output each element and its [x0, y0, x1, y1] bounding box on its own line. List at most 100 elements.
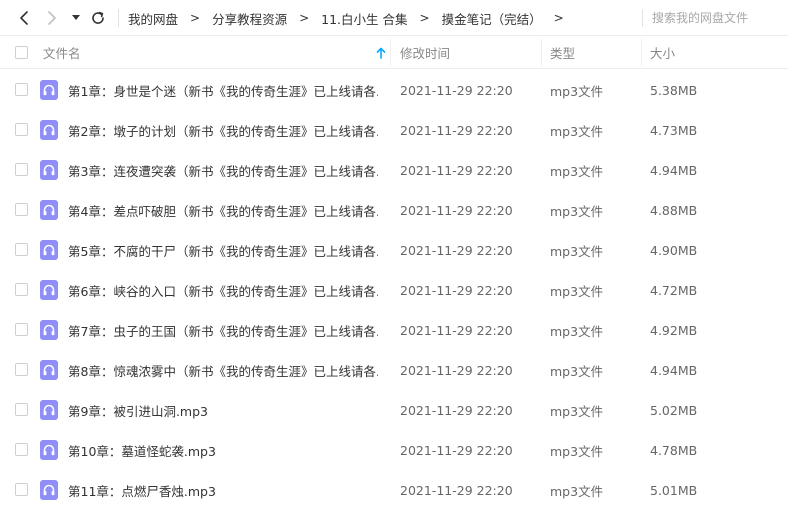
file-size: 5.01MB	[650, 482, 698, 498]
chevron-right-icon	[48, 11, 56, 25]
file-name[interactable]: 第9章：被引进山洞.mp3	[68, 390, 378, 430]
file-name[interactable]: 第11章：点燃尸香烛.mp3	[68, 470, 378, 510]
file-modified: 2021-11-29 22:20	[400, 482, 513, 498]
file-size: 5.02MB	[650, 402, 698, 418]
file-row[interactable]: 第3章：连夜遭突袭（新书《我的传奇生涯》已上线请各... 2021-11-29 …	[0, 150, 788, 190]
breadcrumb-separator: >	[299, 11, 310, 25]
file-row[interactable]: 第4章：差点吓破胆（新书《我的传奇生涯》已上线请各... 2021-11-29 …	[0, 190, 788, 230]
file-size: 4.72MB	[650, 282, 698, 298]
breadcrumb: 我的网盘 > 分享教程资源 > 11.白小生 合集 > 摸金笔记（完结） >	[128, 0, 576, 36]
audio-file-icon	[40, 200, 58, 220]
file-type: mp3文件	[550, 243, 604, 259]
column-separator[interactable]	[390, 39, 391, 66]
file-name[interactable]: 第4章：差点吓破胆（新书《我的传奇生涯》已上线请各...	[68, 190, 378, 230]
file-name[interactable]: 第6章：峡谷的入口（新书《我的传奇生涯》已上线请各...	[68, 270, 378, 310]
file-name[interactable]: 第8章：惊魂浓雾中（新书《我的传奇生涯》已上线请各...	[68, 350, 378, 390]
row-checkbox[interactable]	[15, 483, 28, 496]
audio-file-icon	[40, 280, 58, 300]
file-size: 4.78MB	[650, 442, 698, 458]
row-checkbox[interactable]	[15, 443, 28, 456]
file-modified: 2021-11-29 22:20	[400, 442, 513, 458]
forward-button[interactable]	[40, 6, 64, 30]
file-type: mp3文件	[550, 323, 604, 339]
file-name[interactable]: 第3章：连夜遭突袭（新书《我的传奇生涯》已上线请各...	[68, 150, 378, 190]
audio-file-icon	[40, 120, 58, 140]
column-header-size[interactable]: 大小	[650, 36, 780, 69]
file-row[interactable]: 第2章：墩子的计划（新书《我的传奇生涯》已上线请各... 2021-11-29 …	[0, 110, 788, 150]
breadcrumb-item-collection[interactable]: 11.白小生 合集	[321, 9, 407, 28]
file-row[interactable]: 第10章：墓道怪蛇袭.mp3 2021-11-29 22:20 mp3文件 4.…	[0, 430, 788, 470]
breadcrumb-item-current-folder[interactable]: 摸金笔记（完结）	[442, 9, 542, 28]
row-checkbox[interactable]	[15, 363, 28, 376]
search-divider	[642, 9, 643, 27]
file-modified: 2021-11-29 22:20	[400, 82, 513, 98]
file-type: mp3文件	[550, 123, 604, 139]
row-checkbox[interactable]	[15, 243, 28, 256]
row-checkbox[interactable]	[15, 203, 28, 216]
file-type: mp3文件	[550, 483, 604, 499]
history-button[interactable]	[66, 6, 86, 30]
file-row[interactable]: 第8章：惊魂浓雾中（新书《我的传奇生涯》已上线请各... 2021-11-29 …	[0, 350, 788, 390]
file-row[interactable]: 第11章：点燃尸香烛.mp3 2021-11-29 22:20 mp3文件 5.…	[0, 470, 788, 510]
file-modified: 2021-11-29 22:20	[400, 362, 513, 378]
column-header-modified-label: 修改时间	[400, 46, 451, 61]
column-header-type[interactable]: 类型	[550, 36, 640, 69]
chevron-left-icon	[20, 11, 28, 25]
audio-file-icon	[40, 160, 58, 180]
toolbar-divider	[118, 9, 119, 27]
file-row[interactable]: 第1章：身世是个迷（新书《我的传奇生涯》已上线请各... 2021-11-29 …	[0, 70, 788, 110]
file-row[interactable]: 第5章：不腐的干尸（新书《我的传奇生涯》已上线请各... 2021-11-29 …	[0, 230, 788, 270]
refresh-icon	[92, 11, 104, 24]
audio-file-icon	[40, 480, 58, 500]
file-type: mp3文件	[550, 283, 604, 299]
audio-file-icon	[40, 320, 58, 340]
file-type: mp3文件	[550, 203, 604, 219]
file-name[interactable]: 第7章：虫子的王国（新书《我的传奇生涯》已上线请各...	[68, 310, 378, 350]
file-type: mp3文件	[550, 163, 604, 179]
column-separator[interactable]	[641, 39, 642, 66]
row-checkbox[interactable]	[15, 323, 28, 336]
file-modified: 2021-11-29 22:20	[400, 402, 513, 418]
row-checkbox[interactable]	[15, 163, 28, 176]
file-modified: 2021-11-29 22:20	[400, 282, 513, 298]
file-size: 5.38MB	[650, 82, 698, 98]
column-header-modified[interactable]: 修改时间	[400, 36, 540, 69]
file-size: 4.88MB	[650, 202, 698, 218]
breadcrumb-separator: >	[553, 11, 564, 25]
search-input[interactable]	[652, 6, 782, 30]
arrow-up-icon[interactable]	[376, 47, 386, 59]
file-list: 第1章：身世是个迷（新书《我的传奇生涯》已上线请各... 2021-11-29 …	[0, 70, 788, 510]
file-row[interactable]: 第6章：峡谷的入口（新书《我的传奇生涯》已上线请各... 2021-11-29 …	[0, 270, 788, 310]
breadcrumb-separator: >	[190, 11, 201, 25]
row-checkbox[interactable]	[15, 123, 28, 136]
row-checkbox[interactable]	[15, 83, 28, 96]
breadcrumb-item-my-drive[interactable]: 我的网盘	[128, 9, 178, 28]
file-size: 4.94MB	[650, 162, 698, 178]
file-row[interactable]: 第9章：被引进山洞.mp3 2021-11-29 22:20 mp3文件 5.0…	[0, 390, 788, 430]
file-type: mp3文件	[550, 363, 604, 379]
audio-file-icon	[40, 440, 58, 460]
row-checkbox[interactable]	[15, 403, 28, 416]
file-list-header: 文件名 修改时间 类型 大小	[0, 36, 788, 69]
file-size: 4.94MB	[650, 362, 698, 378]
file-name[interactable]: 第10章：墓道怪蛇袭.mp3	[68, 430, 378, 470]
file-type: mp3文件	[550, 403, 604, 419]
audio-file-icon	[40, 400, 58, 420]
file-name[interactable]: 第1章：身世是个迷（新书《我的传奇生涯》已上线请各...	[68, 70, 378, 110]
file-type: mp3文件	[550, 443, 604, 459]
column-header-size-label: 大小	[650, 46, 676, 61]
row-checkbox[interactable]	[15, 283, 28, 296]
toolbar: 我的网盘 > 分享教程资源 > 11.白小生 合集 > 摸金笔记（完结） >	[0, 0, 788, 36]
file-name[interactable]: 第5章：不腐的干尸（新书《我的传奇生涯》已上线请各...	[68, 230, 378, 270]
back-button[interactable]	[12, 6, 36, 30]
file-row[interactable]: 第7章：虫子的王国（新书《我的传奇生涯》已上线请各... 2021-11-29 …	[0, 310, 788, 350]
file-modified: 2021-11-29 22:20	[400, 202, 513, 218]
breadcrumb-item-shared-resources[interactable]: 分享教程资源	[212, 9, 287, 28]
refresh-button[interactable]	[86, 6, 110, 30]
file-name[interactable]: 第2章：墩子的计划（新书《我的传奇生涯》已上线请各...	[68, 110, 378, 150]
file-modified: 2021-11-29 22:20	[400, 322, 513, 338]
column-header-name[interactable]: 文件名	[43, 36, 388, 69]
select-all-checkbox[interactable]	[15, 46, 28, 59]
file-modified: 2021-11-29 22:20	[400, 162, 513, 178]
column-separator[interactable]	[541, 39, 542, 66]
